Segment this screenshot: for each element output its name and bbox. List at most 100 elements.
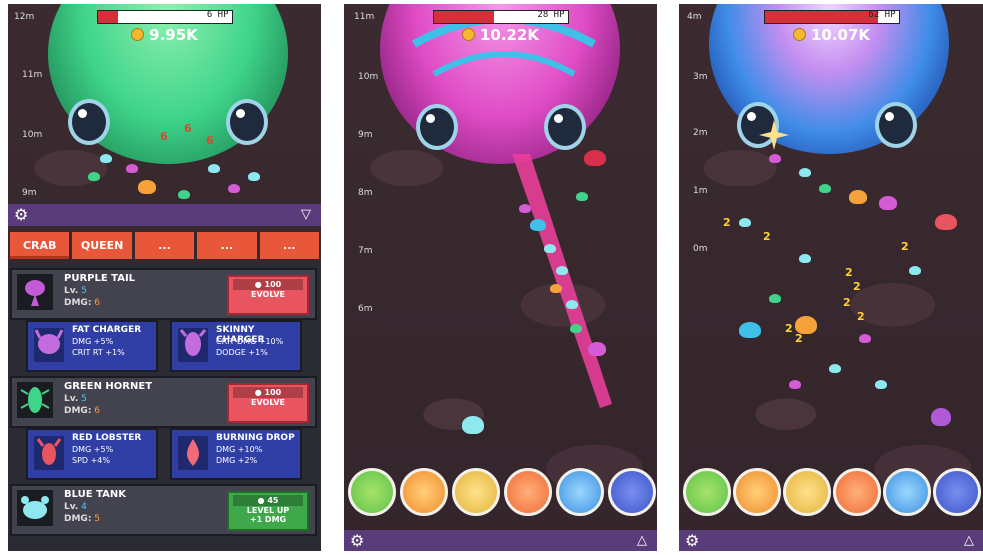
unit-damage: DMG: 6 [64,406,101,416]
evolve-button[interactable]: ● 100 EVOLVE [227,275,309,315]
gear-icon[interactable]: ⚙ [350,532,364,550]
crab-unit [935,214,957,230]
fat-charger-icon [34,328,64,362]
gear-icon[interactable]: ⚙ [14,206,28,224]
crab-unit [769,154,781,163]
blue-tank-icon [17,490,53,526]
triangle-down-icon[interactable]: ▽ [301,207,311,222]
tab-locked[interactable]: ... [197,232,257,259]
depth-label: 9m [22,188,37,198]
unit-level: Lv. 5 [64,394,87,404]
crab-unit [584,150,606,166]
crab-unit [530,219,546,231]
unit-damage: DMG: 5 [64,514,101,524]
depth-label: 11m [22,70,43,80]
red-lobster-icon [34,436,64,470]
tab-crab[interactable]: CRAB [10,232,70,259]
triangle-up-icon[interactable]: △ [964,533,974,548]
crab-unit [931,408,951,426]
damage-number: 2 [723,216,731,229]
depth-label: 3m [693,72,708,82]
evolution-option-fat-charger[interactable]: FAT CHARGER DMG +5% CRIT RT +1% [26,320,158,372]
evolution-option-red-lobster[interactable]: RED LOBSTER DMG +5% SPD +4% [26,428,158,480]
purple-tail-icon [17,274,53,310]
crab-unit [88,172,100,181]
coin-amount: 9.95K [149,26,198,44]
boss-hp-text: 6 HP [206,10,229,20]
evolution-stat: DMG +5% [72,337,114,346]
skinny-charger-icon [178,328,208,362]
damage-number: 2 [795,332,803,345]
crab-unit [550,284,562,293]
triangle-up-icon[interactable]: △ [637,533,647,548]
crab-unit [739,322,761,338]
boss-hp-bar: 6 HP [96,10,233,24]
depth-label: 0m [693,244,708,254]
gear-icon[interactable]: ⚙ [685,532,699,550]
gold-tank-orb[interactable] [783,468,831,516]
depth-label: 12m [14,12,35,22]
boss-hp-fill [97,11,118,23]
evolution-stat: SPD +4% [72,456,110,465]
screen-battle-pink-boss: 28 HP 10.22K 11m 10m 9m 8m 7m 6m ⚙ △ [344,4,657,551]
menu-bar: ⚙ △ [679,530,983,551]
evolve-button[interactable]: ● 100 EVOLVE [227,383,309,423]
orange-flame-orb[interactable] [833,468,881,516]
damage-number: 6 [206,134,214,147]
evolution-name: BURNING DROP [216,433,295,443]
crab-unit [462,416,484,434]
evolution-option-burning-drop[interactable]: BURNING DROP DMG +10% DMG +2% [170,428,302,480]
boss-left-eye [68,99,110,145]
crab-unit [100,154,112,163]
evolution-name: RED LOBSTER [72,433,142,443]
red-crab-orb[interactable] [933,468,981,516]
evolve-cost: ● 100 [233,279,303,290]
unit-card-blue-tank: BLUE TANK Lv. 4 DMG: 5 ● 45 LEVEL UP +1 … [10,484,317,536]
evolution-stat: DMG +5% [72,445,114,454]
boss-hp-fill [764,11,879,23]
crab-unit [799,168,811,177]
evolution-stat: CRIT RT +1% [72,348,125,357]
coin-icon [131,28,145,41]
menu-bar: ⚙ △ [344,530,657,551]
evolution-stat: DMG +2% [216,456,258,465]
depth-label: 2m [693,128,708,138]
coin-counter: 10.07K [679,26,983,44]
unit-damage: DMG: 6 [64,298,101,308]
coin-amount: 10.07K [810,26,871,44]
crab-unit [588,342,606,356]
damage-number: 2 [853,280,861,293]
evolution-option-skinny-charger[interactable]: SKINNY CHARGER CRIT DMG +10% DODGE +1% [170,320,302,372]
boss-right-eye [226,99,268,145]
crab-unit [819,184,831,193]
tab-queen[interactable]: QUEEN [72,232,132,259]
green-shell-orb[interactable] [348,468,396,516]
blue-crab-orb[interactable] [883,468,931,516]
crab-unit [795,316,817,334]
crab-unit [178,190,190,199]
orange-burst-orb[interactable] [400,468,448,516]
unit-level: Lv. 5 [64,286,87,296]
crab-unit [126,164,138,173]
unit-card-green-hornet: GREEN HORNET Lv. 5 DMG: 6 ● 100 EVOLVE [10,376,317,428]
blue-crab-orb[interactable] [556,468,604,516]
orange-flame-orb[interactable] [504,468,552,516]
green-shell-orb[interactable] [683,468,731,516]
red-crab-orb[interactable] [608,468,656,516]
level-up-cost: ● 45 [233,495,303,506]
evolve-label: EVOLVE [251,398,285,407]
tab-locked[interactable]: ... [259,232,320,259]
evolve-cost: ● 100 [233,387,303,398]
orange-burst-orb[interactable] [733,468,781,516]
burning-drop-icon [178,436,208,470]
depth-label: 10m [22,130,43,140]
boss-tail-laser [512,154,612,408]
gold-tank-orb[interactable] [452,468,500,516]
tab-locked[interactable]: ... [134,232,195,259]
crab-unit [859,334,871,343]
unit-list: PURPLE TAIL Lv. 5 DMG: 6 ● 100 EVOLVE FA… [8,262,321,551]
unit-name: BLUE TANK [64,489,126,500]
crab-unit [556,266,568,275]
level-up-bonus: +1 DMG [249,515,287,524]
level-up-button[interactable]: ● 45 LEVEL UP +1 DMG [227,491,309,531]
